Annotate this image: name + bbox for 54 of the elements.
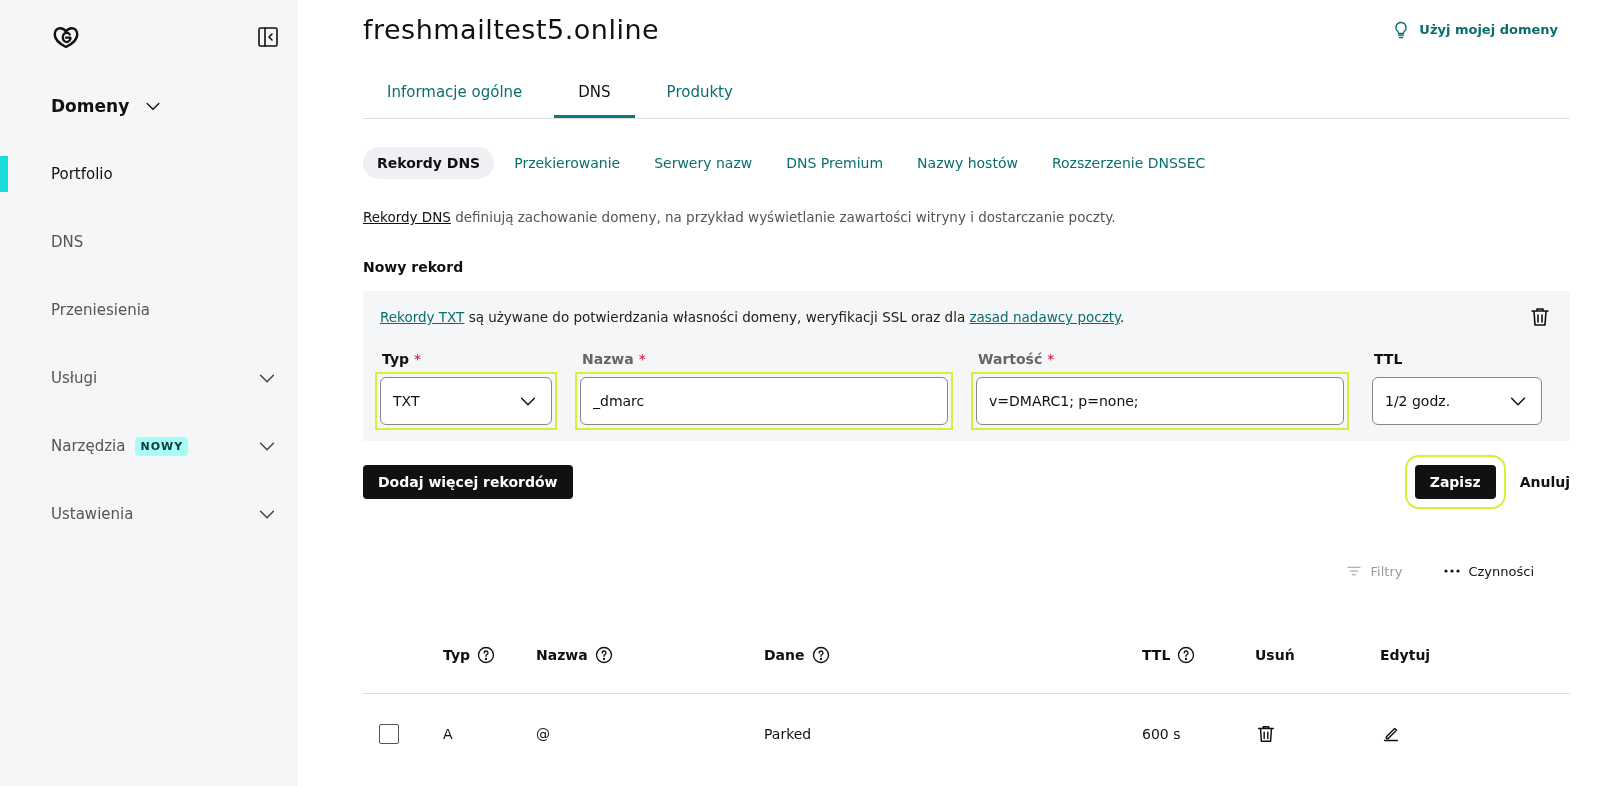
input-field[interactable]: _dmarc <box>580 377 948 425</box>
sidebar-item[interactable]: Narzędzia NOWY <box>0 412 298 480</box>
field-label: Wartość <box>978 351 1043 367</box>
text-link[interactable]: Rekordy TXT <box>380 309 465 325</box>
column-header: Nazwa <box>536 647 588 663</box>
more-icon <box>1444 569 1461 573</box>
trash-icon[interactable] <box>1255 723 1277 745</box>
table-cell: 600 s <box>1142 726 1181 742</box>
info-text: Rekordy TXT są używane do potwierdzania własności domeny, weryfikacji SSL oraz dla zasad nadawcy poczty. <box>380 309 1125 325</box>
tab[interactable]: DNS <box>554 69 635 118</box>
select-field[interactable]: TXT <box>380 377 552 425</box>
sidebar-item[interactable]: Usługi <box>0 344 298 412</box>
cancel-button[interactable]: Anuluj <box>1499 465 1570 499</box>
column-header: Edytuj <box>1380 647 1431 663</box>
description-text: Rekordy DNS definiują zachowanie domeny, na przykład wyświetlanie zawartości witryny i dostarczanie poczty. <box>363 209 1117 225</box>
subtab[interactable]: Przekierowanie <box>500 147 635 179</box>
section-toggle[interactable]: Domeny <box>0 96 298 116</box>
field-label: Nazwa <box>582 351 634 367</box>
subtab[interactable]: Rekordy DNS <box>363 147 495 179</box>
field-label: Typ <box>382 351 410 367</box>
actions-button[interactable]: Czynności <box>1438 561 1540 581</box>
add-records-button[interactable]: Dodaj więcej rekordów <box>363 465 573 499</box>
required-mark: * <box>638 351 646 367</box>
input-field[interactable]: v=DMARC1; p=none; <box>976 377 1344 425</box>
sidebar-item[interactable]: Przeniesienia <box>0 276 298 344</box>
checkbox[interactable] <box>379 724 399 744</box>
section-heading: Nowy rekord <box>363 259 465 275</box>
trash-icon[interactable] <box>1528 305 1552 329</box>
sidebar-item[interactable]: Portfolio <box>0 140 298 208</box>
column-header: Typ <box>443 647 471 663</box>
sidebar-item[interactable]: DNS <box>0 208 298 276</box>
column-header: Usuń <box>1255 647 1295 663</box>
table-cell: A <box>443 726 453 742</box>
required-mark: * <box>414 351 422 367</box>
subtab[interactable]: Rozszerzenie DNSSEC <box>1037 147 1220 179</box>
panel-collapse-icon[interactable] <box>256 25 280 49</box>
use-domain-link[interactable]: Użyj mojej domeny <box>1391 19 1558 40</box>
column-header: TTL <box>1142 647 1171 663</box>
subtab[interactable]: Nazwy hostów <box>903 147 1032 179</box>
tab[interactable]: Informacje ogólne <box>363 69 547 118</box>
table-cell: @ <box>536 726 550 742</box>
column-header: Dane <box>764 647 805 663</box>
required-mark: * <box>1047 351 1055 367</box>
subtab[interactable]: Serwery nazw <box>640 147 767 179</box>
table-cell: Parked <box>764 726 812 742</box>
field-label: TTL <box>1374 351 1403 367</box>
tab[interactable]: Produkty <box>642 69 757 118</box>
sidebar-item[interactable]: Ustawienia <box>0 480 298 548</box>
subtab[interactable]: DNS Premium <box>772 147 898 179</box>
text-link[interactable]: Rekordy DNS <box>363 209 451 225</box>
save-button[interactable]: Zapisz <box>1414 465 1496 499</box>
domain-title: freshmailtest5.online <box>363 14 660 45</box>
new-badge: NOWY <box>135 436 189 456</box>
select-field[interactable]: 1/2 godz. <box>1372 377 1542 425</box>
